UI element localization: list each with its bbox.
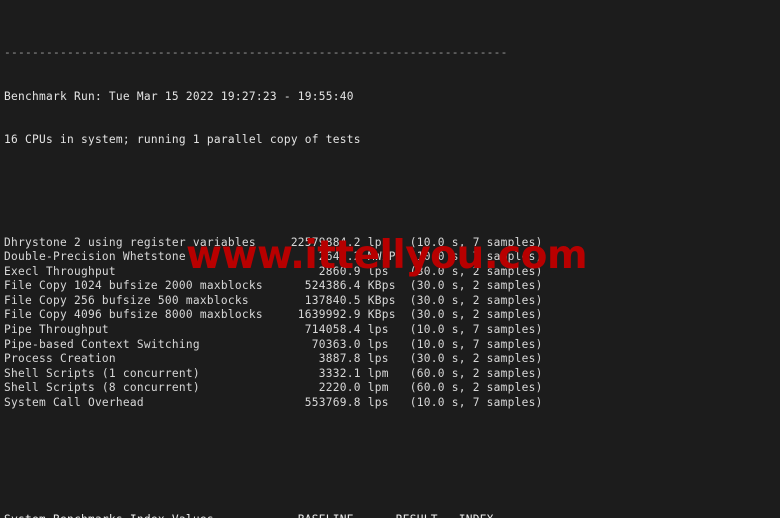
raw-result-row: Pipe-based Context Switching 70363.0 lps…	[4, 337, 543, 351]
raw-result-row: System Call Overhead 553769.8 lps (10.0 …	[4, 396, 543, 410]
terminal-window: ----------------------------------------…	[0, 0, 780, 518]
top-divider-rule: ----------------------------------------…	[4, 45, 508, 59]
raw-result-row: Process Creation 3887.8 lps (30.0 s, 2 s…	[4, 352, 543, 366]
raw-result-row: Shell Scripts (8 concurrent) 2220.0 lpm …	[4, 381, 543, 395]
terminal-screen: ----------------------------------------…	[4, 2, 780, 518]
raw-result-row: Shell Scripts (1 concurrent) 3332.1 lpm …	[4, 366, 543, 380]
index-column-header: System Benchmarks Index Values BASELINE …	[4, 513, 780, 518]
raw-result-row: File Copy 256 bufsize 500 maxblocks 1378…	[4, 293, 543, 307]
raw-result-row: Pipe Throughput 714058.4 lps (10.0 s, 7 …	[4, 323, 543, 337]
cpu-info-header: 16 CPUs in system; running 1 parallel co…	[4, 133, 361, 147]
raw-result-row: Execl Throughput 2860.9 lps (30.0 s, 2 s…	[4, 264, 543, 278]
index-values-header-row: System Benchmarks Index Values BASELINE …	[4, 513, 780, 518]
raw-result-row: Dhrystone 2 using register variables 225…	[4, 235, 543, 249]
spacer-1	[4, 177, 780, 192]
raw-results-block: Dhrystone 2 using register variables 225…	[4, 236, 780, 411]
raw-result-row: File Copy 4096 bufsize 8000 maxblocks 16…	[4, 308, 543, 322]
spacer-2	[4, 454, 780, 469]
benchmark-run-header: Benchmark Run: Tue Mar 15 2022 19:27:23 …	[4, 89, 354, 103]
raw-result-row: File Copy 1024 bufsize 2000 maxblocks 52…	[4, 279, 543, 293]
raw-result-row: Double-Precision Whetstone 2641.2 MWIPS …	[4, 250, 543, 264]
